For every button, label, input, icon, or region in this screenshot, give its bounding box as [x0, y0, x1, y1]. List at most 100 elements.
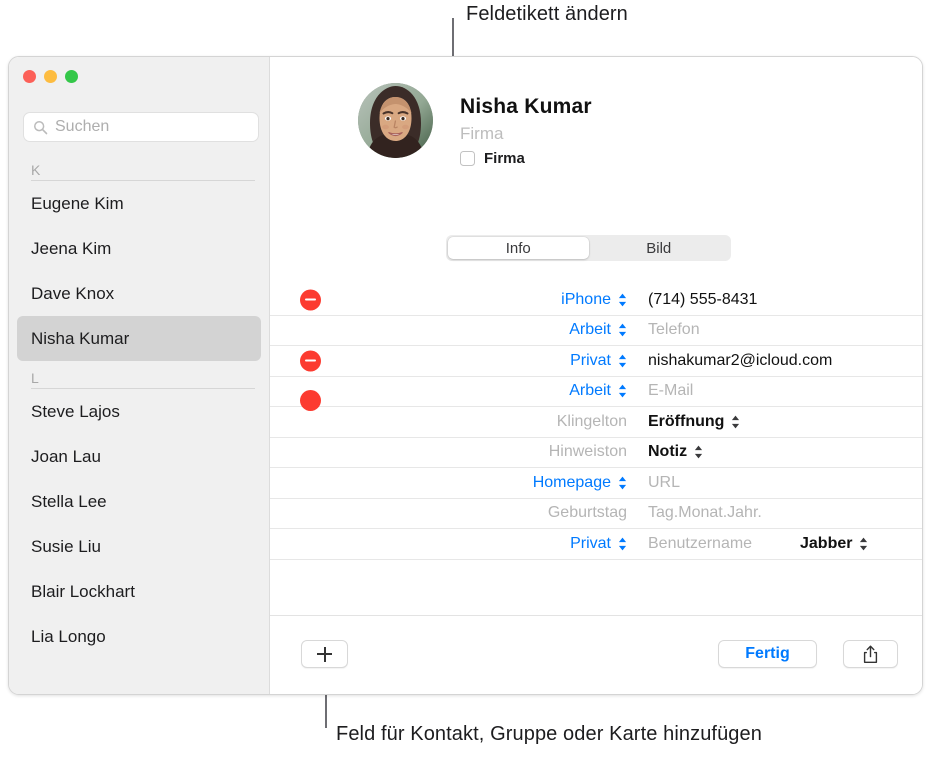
share-button[interactable] [843, 640, 898, 668]
window-controls [23, 70, 78, 83]
search-input[interactable] [55, 118, 240, 136]
contact-list-item[interactable]: Blair Lockhart [17, 569, 261, 614]
field-value-input[interactable]: Benutzername [648, 535, 752, 553]
contact-list-item[interactable]: Susie Liu [17, 524, 261, 569]
company-name-field[interactable]: Firma [460, 124, 592, 144]
field-value-input[interactable]: URL [648, 474, 680, 492]
contact-list-item-label: Lia Longo [31, 626, 106, 646]
tab-label: Info [505, 239, 531, 257]
callout-label-change-field-label: Feldetikett ändern [466, 3, 628, 25]
field-value: Telefon [648, 321, 700, 339]
done-button[interactable]: Fertig [718, 640, 817, 668]
field-label: Homepage [532, 473, 611, 491]
field-value-input[interactable]: Telefon [648, 321, 700, 339]
field-value: Benutzername [648, 534, 753, 552]
field-service-label: Jabber [800, 534, 853, 552]
remove-field-button-clipped[interactable] [300, 390, 321, 411]
contact-list-item-label: Joan Lau [31, 446, 101, 466]
contact-list-item-label: Dave Knox [31, 283, 115, 303]
contact-list-item-label: Steve Lajos [31, 401, 120, 421]
field-label-popup[interactable]: Arbeit [467, 382, 627, 400]
stepper-chevron-icon[interactable] [618, 537, 627, 551]
stepper-chevron-icon[interactable] [618, 384, 627, 398]
bottom-toolbar: Fertig [270, 615, 922, 694]
contact-field-row: Privat Benutzername Jabber [270, 529, 922, 560]
contact-field-row: Homepage URL [270, 468, 922, 499]
field-label-popup: Klingelton [467, 413, 627, 431]
share-icon [863, 645, 878, 663]
stepper-chevron-icon[interactable] [618, 293, 627, 307]
stepper-chevron-icon[interactable] [618, 354, 627, 368]
contacts-window: K Eugene Kim Jeena Kim Dave Knox Nisha Kumar… [8, 56, 923, 695]
contact-detail-scroll: Nisha Kumar Firma Firma Info Bild iPhone (… [270, 57, 922, 615]
field-value-input[interactable]: E-Mail [648, 382, 693, 400]
info-bild-segmented-control[interactable]: Info Bild [446, 235, 731, 261]
contact-list[interactable]: K Eugene Kim Jeena Kim Dave Knox Nisha Kumar… [9, 153, 269, 694]
field-label-popup[interactable]: Privat [467, 535, 627, 553]
field-label-popup[interactable]: Homepage [467, 474, 627, 492]
remove-field-button[interactable] [300, 350, 321, 372]
field-label-popup: Geburtstag [467, 504, 627, 522]
contact-list-item[interactable]: Stella Lee [17, 479, 261, 524]
company-checkbox-row[interactable]: Firma [460, 150, 592, 167]
field-label: Hinweiston [548, 443, 627, 461]
stepper-chevron-icon[interactable] [859, 537, 868, 551]
company-checkbox[interactable] [460, 151, 475, 166]
add-field-button[interactable] [301, 640, 348, 668]
remove-field-button[interactable] [300, 289, 321, 311]
field-value-input[interactable]: Notiz [648, 443, 703, 461]
contact-list-item-selected[interactable]: Nisha Kumar [17, 316, 261, 361]
contact-detail-pane: Nisha Kumar Firma Firma Info Bild iPhone (… [270, 57, 922, 694]
screenshot-root: Feldetikett ändern Feld für Kontakt, Gru… [0, 0, 931, 761]
field-label-popup[interactable]: iPhone [467, 291, 627, 309]
field-value: Tag.Monat.Jahr. [648, 504, 762, 522]
stepper-chevron-icon[interactable] [618, 476, 627, 490]
avatar-image [358, 83, 433, 158]
stepper-chevron-icon[interactable] [618, 323, 627, 337]
field-value-input[interactable]: nishakumar2@icloud.com [648, 352, 832, 370]
field-label-popup: Hinweiston [467, 443, 627, 461]
field-value-input[interactable]: Tag.Monat.Jahr. [648, 504, 762, 522]
contact-list-item[interactable]: Steve Lajos [17, 389, 261, 434]
close-window-button[interactable] [23, 70, 36, 83]
contact-list-item-label: Nisha Kumar [31, 328, 130, 348]
field-label: Privat [570, 351, 611, 369]
contact-list-item-label: Stella Lee [31, 491, 107, 511]
field-value: nishakumar2@icloud.com [648, 351, 833, 369]
contact-field-row: Privat nishakumar2@icloud.com [270, 346, 922, 377]
field-label: Geburtstag [547, 504, 627, 522]
field-label-popup[interactable]: Arbeit [467, 321, 627, 339]
contact-list-item[interactable]: Lia Longo [17, 614, 261, 659]
stepper-chevron-icon[interactable] [731, 415, 740, 429]
field-label: Klingelton [556, 412, 627, 430]
stepper-chevron-icon[interactable] [694, 445, 703, 459]
search-field[interactable] [23, 112, 259, 142]
sidebar: K Eugene Kim Jeena Kim Dave Knox Nisha Kumar… [9, 57, 270, 694]
field-label: Arbeit [569, 382, 611, 400]
contact-field-row: iPhone (714) 555-8431 [270, 285, 922, 316]
contact-list-item[interactable]: Joan Lau [17, 434, 261, 479]
company-checkbox-label: Firma [484, 150, 525, 167]
contact-list-item[interactable]: Jeena Kim [17, 226, 261, 271]
contact-photo[interactable] [358, 83, 433, 158]
minimize-window-button[interactable] [44, 70, 57, 83]
callout-label-add-field: Feld für Kontakt, Gruppe oder Karte hinz… [336, 723, 762, 745]
contact-list-item[interactable]: Eugene Kim [17, 181, 261, 226]
field-value-input[interactable]: Eröffnung [648, 413, 740, 431]
field-value-input[interactable]: (714) 555-8431 [648, 291, 757, 309]
plus-icon [317, 646, 332, 662]
tab-info[interactable]: Info [448, 237, 589, 259]
field-label: Arbeit [569, 321, 611, 339]
field-label: iPhone [561, 290, 611, 308]
contact-header: Nisha Kumar Firma Firma [270, 57, 592, 167]
contact-field-row: Hinweiston Notiz [270, 438, 922, 468]
field-label-popup[interactable]: Privat [467, 352, 627, 370]
field-value: Eröffnung [648, 412, 725, 430]
contact-list-item[interactable]: Dave Knox [17, 271, 261, 316]
field-service-popup[interactable]: Jabber [800, 535, 868, 553]
field-value: (714) 555-8431 [648, 290, 758, 308]
field-label: Privat [570, 534, 611, 552]
tab-bild[interactable]: Bild [589, 237, 730, 259]
maximize-window-button[interactable] [65, 70, 78, 83]
field-value: Notiz [648, 443, 688, 461]
